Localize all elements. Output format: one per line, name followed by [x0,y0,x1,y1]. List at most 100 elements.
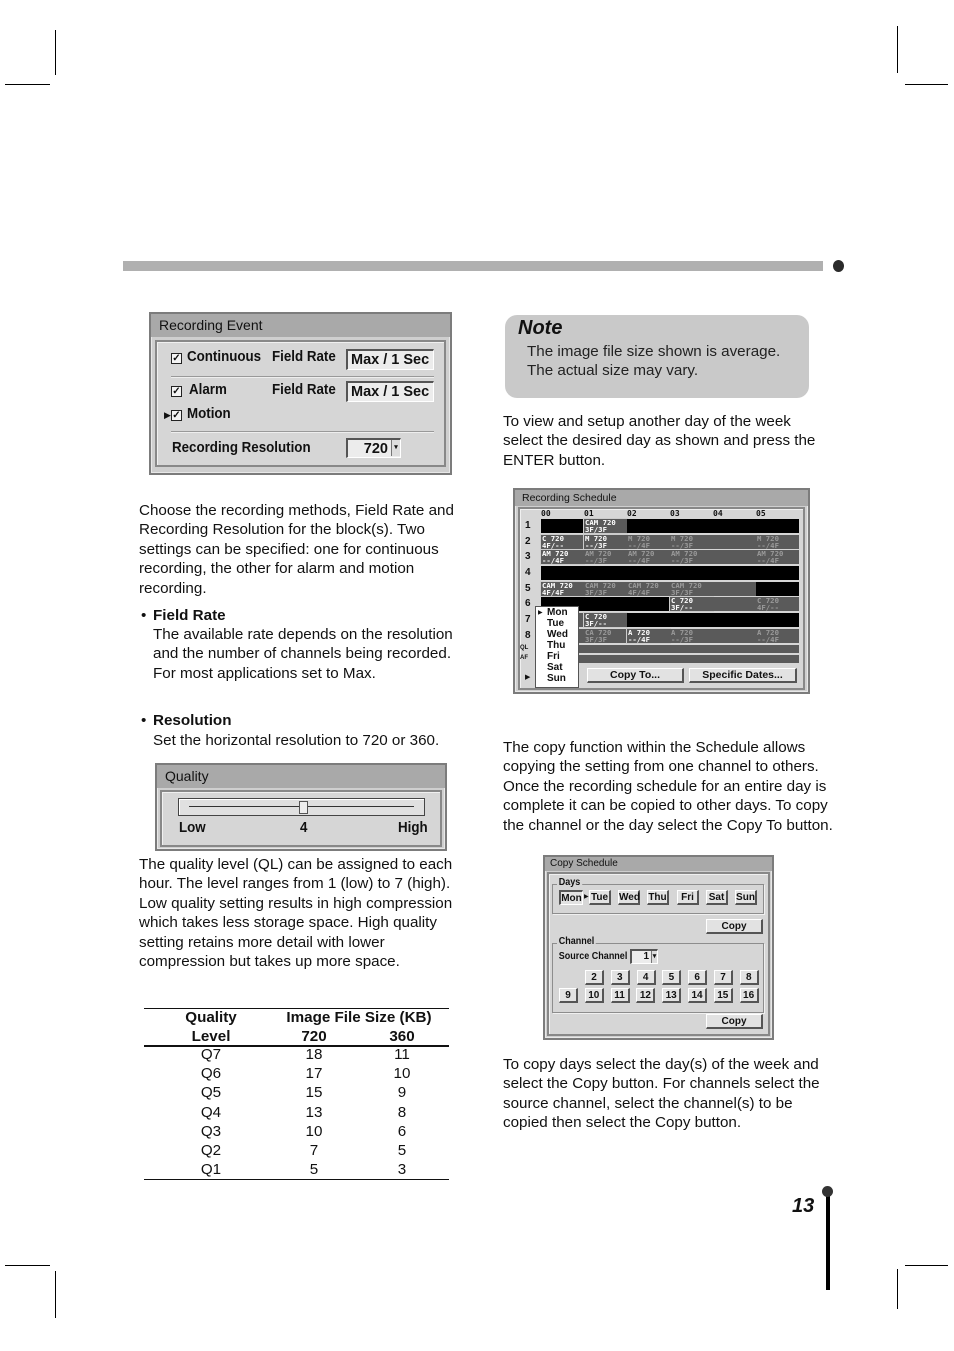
schedule-cell[interactable]: C 720 4F/-- [756,597,799,611]
day-menu-item[interactable]: Wed [547,630,568,640]
schedule-cell[interactable] [756,655,799,663]
table-cell-level: Q6 [200,1065,222,1083]
channel-button[interactable]: 7 [714,970,733,985]
day-button[interactable]: Sat [706,890,728,905]
copy-to-button[interactable]: Copy To... [587,668,684,683]
schedule-cell[interactable] [713,519,756,533]
schedule-cell[interactable]: CAM 720 4F/4F [627,582,670,596]
schedule-cell[interactable] [670,645,713,653]
schedule-cell[interactable] [541,519,584,533]
channel-button[interactable]: 4 [636,970,656,985]
schedule-cell[interactable] [627,613,670,627]
schedule-cell[interactable] [756,566,799,580]
slider-thumb[interactable] [298,801,308,814]
schedule-cell[interactable] [713,629,756,643]
schedule-cell[interactable] [756,519,799,533]
schedule-cell[interactable]: M 720 --/3F [583,534,628,550]
channel-button[interactable]: 13 [662,988,682,1003]
day-menu-item[interactable]: Tue [547,619,564,629]
day-select-menu[interactable]: Mon Tue Wed Thu Fri Sat Sun ▶ [535,606,579,688]
alarm-checkbox[interactable]: ✓ [171,386,182,397]
day-button[interactable]: Fri [677,890,699,905]
specific-dates-button[interactable]: Specific Dates... [689,668,797,683]
day-button[interactable]: Mon [559,890,583,905]
alarm-field-rate-input[interactable]: Max / 1 Sec [346,381,434,402]
source-channel-dropdown[interactable]: 1 ▾ [630,949,658,964]
channel-button[interactable]: 16 [739,988,759,1003]
day-button[interactable]: Tue [589,890,611,905]
schedule-cell[interactable]: AM 720 --/4F [540,549,585,565]
schedule-cell[interactable] [713,655,756,663]
day-menu-item[interactable]: Sat [547,663,563,673]
schedule-cell[interactable] [627,566,670,580]
schedule-cell[interactable]: M 720 --/4F [627,535,670,549]
copy-days-button[interactable]: Copy [706,919,763,934]
schedule-cell[interactable] [713,582,756,596]
schedule-cell[interactable]: A 720 --/3F [670,629,713,643]
day-button[interactable]: Wed [618,890,640,905]
schedule-cell[interactable] [756,645,799,653]
schedule-cell[interactable] [670,566,713,580]
schedule-cell[interactable] [713,597,756,611]
schedule-cell[interactable]: CAM 720 3F/3F [670,582,713,596]
schedule-cell[interactable]: CAM 720 4F/4F [540,581,585,597]
schedule-cell[interactable] [756,613,799,627]
channel-button[interactable]: 9 [559,988,578,1003]
schedule-cell[interactable] [627,597,670,611]
continuous-checkbox[interactable]: ✓ [171,353,182,364]
day-menu-item[interactable]: Thu [547,641,565,651]
schedule-cell[interactable]: C 720 3F/-- [669,596,714,612]
field-rate-label: Field Rate [272,382,336,398]
channel-button[interactable]: 5 [662,970,682,985]
schedule-cell[interactable] [541,566,584,580]
channel-button[interactable]: 15 [713,988,733,1003]
schedule-cell[interactable]: M 720 --/3F [670,535,713,549]
schedule-cell[interactable]: A 720 --/4F [626,628,671,644]
day-button[interactable]: Sun [735,890,757,905]
channel-button[interactable]: 2 [585,970,604,985]
channel-button[interactable]: 8 [739,970,759,985]
schedule-cell[interactable] [713,566,756,580]
channel-button[interactable]: 6 [688,970,708,985]
schedule-cell[interactable] [670,655,713,663]
schedule-cell[interactable]: AM 720 --/3F [670,550,713,564]
schedule-cell[interactable]: AM 720 --/4F [627,550,670,564]
schedule-cell[interactable] [670,519,713,533]
channel-button[interactable]: 11 [610,988,630,1003]
channel-button[interactable]: 12 [636,988,656,1003]
day-menu-item[interactable]: Fri [547,652,560,662]
schedule-cell[interactable] [627,519,670,533]
schedule-cell[interactable]: M 720 --/4F [756,535,799,549]
quality-slider-track[interactable] [178,798,425,816]
copy-channels-button[interactable]: Copy [706,1014,763,1029]
schedule-cell[interactable] [584,645,627,653]
day-button[interactable]: Thu [647,890,669,905]
day-menu-item[interactable]: Sun [547,674,566,684]
schedule-cell[interactable] [584,655,627,663]
schedule-cell[interactable] [584,566,627,580]
schedule-cell[interactable]: CA 720 3F/3F [584,629,627,643]
schedule-cell[interactable] [713,550,756,564]
day-menu-item[interactable]: Mon [547,608,568,618]
schedule-cell[interactable]: CAM 720 3F/3F [584,582,627,596]
schedule-cell[interactable]: CAM 720 3F/3F [583,518,628,534]
schedule-cell[interactable]: C 720 3F/-- [583,612,628,628]
channel-button[interactable]: 10 [584,988,604,1003]
motion-checkbox[interactable]: ✓ [171,410,182,421]
resolution-dropdown[interactable]: 720 ▾ [346,438,401,458]
schedule-cell[interactable] [670,613,713,627]
schedule-cell[interactable] [713,613,756,627]
schedule-cell[interactable]: AM 720 --/4F [756,550,799,564]
schedule-cell[interactable]: A 720 --/4F [756,629,799,643]
schedule-cell[interactable]: AM 720 --/3F [584,550,627,564]
schedule-cell[interactable] [627,645,670,653]
continuous-field-rate-input[interactable]: Max / 1 Sec [346,349,434,370]
channel-button[interactable]: 3 [610,970,630,985]
schedule-cell[interactable] [584,597,627,611]
schedule-cell[interactable] [756,582,799,596]
schedule-cell[interactable] [713,535,756,549]
schedule-cell[interactable] [627,655,670,663]
schedule-cell[interactable] [713,645,756,653]
schedule-cell[interactable]: C 720 4F/-- [540,534,585,550]
channel-button[interactable]: 14 [688,988,707,1003]
